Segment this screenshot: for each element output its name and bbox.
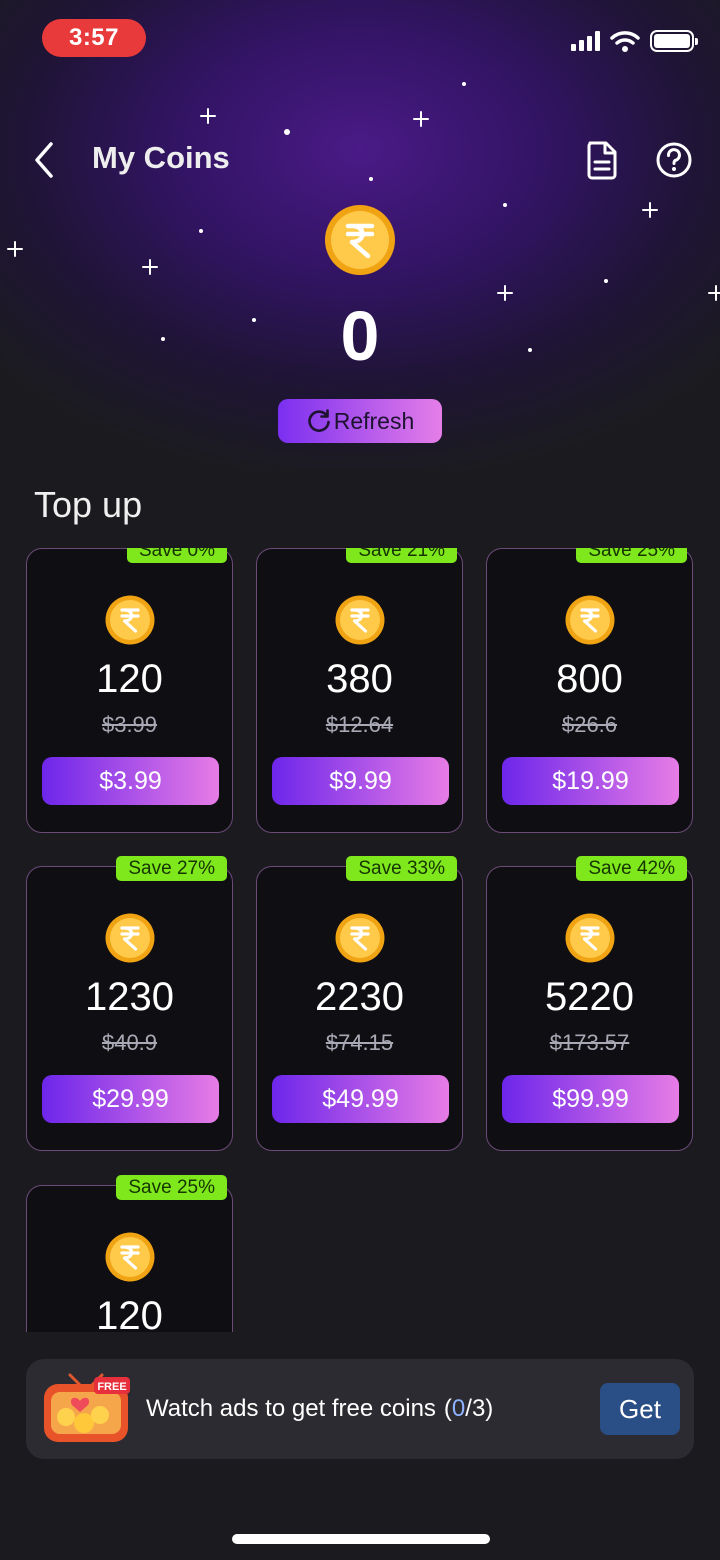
star xyxy=(462,82,466,86)
battery-icon xyxy=(650,30,698,52)
save-badge: Save 0% xyxy=(126,548,227,563)
coin-package-card[interactable]: Save 21% 380 $12.64 $9.99 xyxy=(256,548,463,833)
coin-package-card[interactable]: Save 25% 800 $26.6 $19.99 xyxy=(486,548,693,833)
free-badge: FREE xyxy=(97,1381,126,1393)
save-badge: Save 33% xyxy=(346,856,457,881)
buy-button[interactable]: $19.99 xyxy=(502,757,679,805)
question-circle-icon xyxy=(656,142,692,178)
rupee-coin-icon xyxy=(105,913,155,963)
buy-button[interactable]: $29.99 xyxy=(42,1075,219,1123)
watch-ads-banner: FREE Watch ads to get free coins (0/3) Ge… xyxy=(26,1359,694,1459)
coin-amount: 800 xyxy=(556,657,623,701)
star xyxy=(503,203,507,207)
star xyxy=(199,229,203,233)
star xyxy=(284,129,290,135)
page-title: My Coins xyxy=(92,140,230,175)
buy-button[interactable]: $9.99 xyxy=(272,757,449,805)
records-button[interactable] xyxy=(582,138,622,182)
buy-button[interactable]: $3.99 xyxy=(42,757,219,805)
ads-progress: (0/3) xyxy=(444,1395,493,1422)
save-badge: Save 25% xyxy=(576,548,687,563)
section-title-topup: Top up xyxy=(34,484,143,525)
sparkle xyxy=(413,111,429,127)
original-price: $12.64 xyxy=(325,712,394,737)
rupee-coin-icon xyxy=(105,595,155,645)
watch-ads-text: Watch ads to get free coins (0/3) xyxy=(146,1395,493,1423)
signal-icon xyxy=(571,31,600,51)
ads-count-open: ( xyxy=(443,1395,452,1422)
coin-amount: 380 xyxy=(326,657,393,701)
home-indicator[interactable] xyxy=(232,1534,490,1544)
back-button[interactable] xyxy=(24,138,64,182)
buy-button[interactable]: $49.99 xyxy=(272,1075,449,1123)
coin-amount: 120 xyxy=(96,1294,163,1332)
rupee-coin-icon xyxy=(565,595,615,645)
original-price: $74.15 xyxy=(325,1030,394,1055)
coin-amount: 1230 xyxy=(85,975,174,1019)
rupee-coin-icon xyxy=(335,913,385,963)
coin-package-card[interactable]: Save 33% 2230 $74.15 $49.99 xyxy=(256,856,463,1151)
refresh-button[interactable]: Refresh xyxy=(278,399,442,443)
buy-button[interactable]: $99.99 xyxy=(502,1075,679,1123)
coin-amount: 5220 xyxy=(545,975,634,1019)
watch-ads-label: Watch ads to get free coins xyxy=(146,1395,436,1422)
sparkle xyxy=(642,202,658,218)
coin-package-card[interactable]: Save 0% 120 $3.99 $3.99 xyxy=(26,548,233,833)
ads-count-total: /3) xyxy=(465,1395,494,1422)
wifi-icon xyxy=(610,31,640,52)
get-free-coins-button[interactable]: Get xyxy=(600,1383,680,1435)
sparkle xyxy=(142,259,158,275)
save-badge: Save 42% xyxy=(576,856,687,881)
coin-amount: 2230 xyxy=(315,975,404,1019)
status-time: 3:57 xyxy=(42,19,146,57)
refresh-label: Refresh xyxy=(333,407,415,434)
free-coins-tv-icon: FREE xyxy=(44,1373,130,1442)
sparkle xyxy=(7,241,23,257)
save-badge: Save 21% xyxy=(346,548,457,563)
rupee-coin-icon xyxy=(105,1232,155,1282)
save-badge: Save 25% xyxy=(116,1175,227,1200)
sparkle xyxy=(200,108,216,124)
topup-grid: Save 0% 120 $3.99 $3.99 Save 21% 380 $12… xyxy=(26,548,694,1332)
help-button[interactable] xyxy=(654,140,694,180)
original-price: $173.57 xyxy=(549,1030,630,1055)
original-price: $40.9 xyxy=(101,1030,158,1055)
coin-balance: 0 xyxy=(340,297,380,375)
save-badge: Save 27% xyxy=(116,856,227,881)
original-price: $3.99 xyxy=(101,712,158,737)
chevron-left-icon xyxy=(35,142,53,178)
document-icon xyxy=(587,141,617,180)
coin-package-card[interactable]: Save 27% 1230 $40.9 $29.99 xyxy=(26,856,233,1151)
coin-package-card[interactable]: Save 42% 5220 $173.57 $99.99 xyxy=(486,856,693,1151)
original-price: $26.6 xyxy=(561,712,618,737)
coin-amount: 120 xyxy=(96,657,163,701)
status-icons xyxy=(571,30,698,52)
star xyxy=(369,177,373,181)
star xyxy=(604,279,608,283)
refresh-icon xyxy=(308,409,330,432)
rupee-coin-icon xyxy=(565,913,615,963)
ads-count-current: 0 xyxy=(451,1395,466,1422)
rupee-coin-icon xyxy=(335,595,385,645)
coin-package-card[interactable]: Save 25% 120 xyxy=(26,1175,233,1332)
rupee-coin-icon xyxy=(325,205,395,275)
